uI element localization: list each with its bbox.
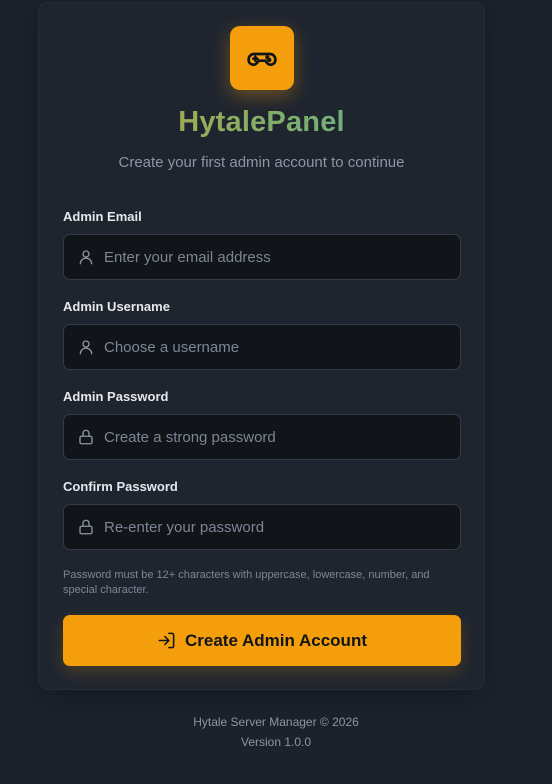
app-name: HytalePanel xyxy=(39,106,484,139)
confirm-password-label: Confirm Password xyxy=(63,479,178,494)
password-field[interactable] xyxy=(63,414,461,460)
create-admin-account-button[interactable]: Create Admin Account xyxy=(63,615,461,666)
create-admin-account-label: Create Admin Account xyxy=(185,630,367,650)
gamepad-icon xyxy=(247,52,277,66)
setup-card: HytalePanel Create your first admin acco… xyxy=(38,2,485,690)
username-field[interactable] xyxy=(63,324,461,370)
password-requirements-hint: Password must be 12+ characters with upp… xyxy=(63,569,430,596)
password-input[interactable] xyxy=(104,415,444,459)
confirm-password-field[interactable] xyxy=(63,504,461,550)
confirm-password-input[interactable] xyxy=(104,505,444,549)
username-label: Admin Username xyxy=(63,299,170,314)
email-label: Admin Email xyxy=(63,209,142,224)
footer-copyright: Hytale Server Manager © 2026 xyxy=(193,715,359,729)
user-icon xyxy=(79,340,93,355)
user-icon xyxy=(79,250,93,265)
footer-version: Version 1.0.0 xyxy=(240,735,312,749)
password-label: Admin Password xyxy=(63,389,169,404)
email-input[interactable] xyxy=(104,235,444,279)
page-subtitle: Create your first admin account to conti… xyxy=(118,154,405,171)
lock-icon xyxy=(79,429,93,445)
lock-icon xyxy=(79,519,93,535)
email-field[interactable] xyxy=(63,234,461,280)
username-input[interactable] xyxy=(104,325,444,369)
login-icon xyxy=(158,632,175,649)
app-logo xyxy=(230,26,294,90)
